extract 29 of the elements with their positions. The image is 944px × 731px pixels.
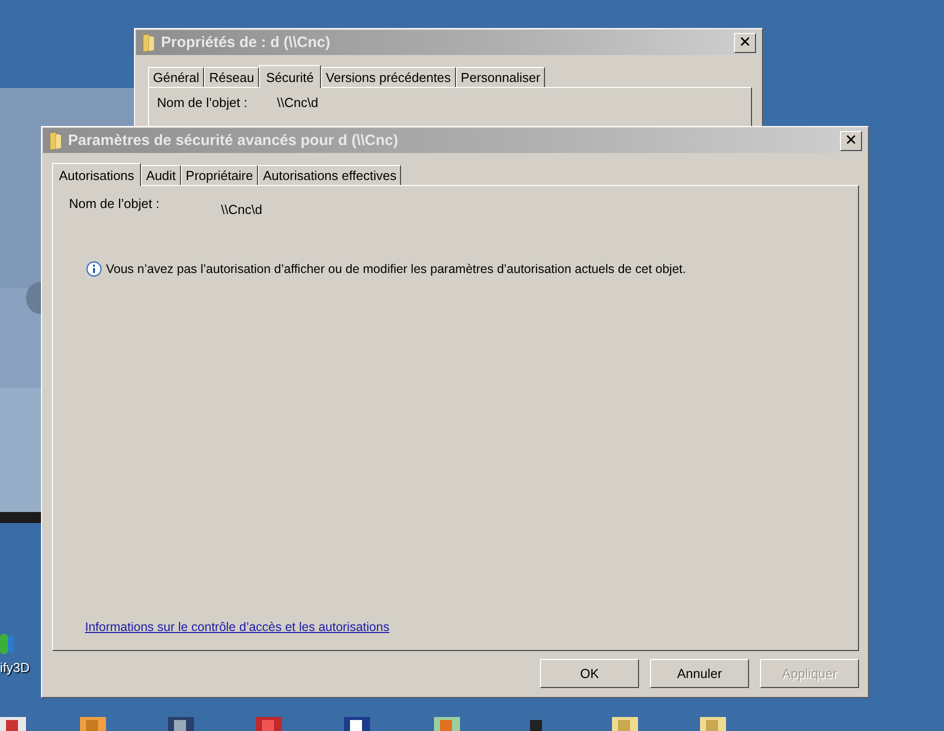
close-button[interactable]: ✕ bbox=[840, 130, 862, 150]
tab[interactable]: Personnaliser bbox=[456, 67, 546, 87]
tab[interactable]: Versions précédentes bbox=[320, 67, 456, 87]
tab[interactable]: Autorisations effectives bbox=[258, 165, 402, 185]
window-title: Propriétés de : d (\\Cnc) bbox=[161, 34, 332, 51]
object-label: Nom de l’objet : bbox=[69, 196, 160, 211]
window-title: Paramètres de sécurité avancés pour d (\\Cnc) bbox=[68, 132, 400, 149]
dialog-button[interactable]: OK bbox=[540, 659, 639, 688]
tab[interactable]: Audit bbox=[141, 165, 181, 185]
object-label: Nom de l’objet : bbox=[157, 95, 248, 110]
desktop-icon[interactable] bbox=[344, 717, 370, 731]
object-value: \\Cnc\d bbox=[277, 95, 318, 110]
folder-icon bbox=[141, 34, 155, 52]
tab[interactable]: Général bbox=[148, 67, 204, 87]
desktop-icon[interactable] bbox=[0, 717, 26, 731]
dialog-button[interactable]: Annuler bbox=[650, 659, 749, 688]
app-icon[interactable] bbox=[0, 632, 14, 656]
object-value: \\Cnc\d bbox=[221, 202, 262, 217]
tab[interactable]: Autorisations bbox=[52, 163, 142, 186]
close-button[interactable]: ✕ bbox=[734, 32, 756, 52]
tab[interactable]: Propriétaire bbox=[180, 165, 258, 185]
desktop-icon-label: ify3D bbox=[0, 660, 30, 675]
help-link[interactable]: Informations sur le contrôle d’accès et les autorisations bbox=[85, 620, 850, 634]
tab[interactable]: Sécurité bbox=[259, 65, 321, 88]
desktop-icon[interactable] bbox=[168, 717, 194, 731]
info-icon bbox=[86, 261, 102, 277]
folder-icon bbox=[48, 132, 62, 150]
info-message: Vous n’avez pas l’autorisation d’afficher ou de modifier les paramètres d’autorisation actuels de cet objet. bbox=[106, 262, 686, 276]
tab[interactable]: Réseau bbox=[204, 67, 260, 87]
